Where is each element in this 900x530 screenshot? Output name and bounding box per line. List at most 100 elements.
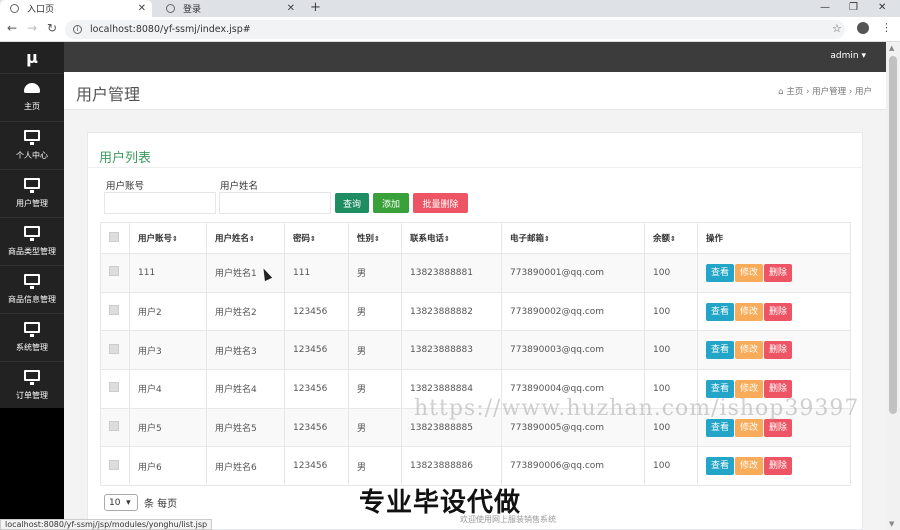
view-button[interactable]: 查看 bbox=[706, 418, 735, 437]
new-tab-button[interactable]: + bbox=[310, 0, 321, 16]
reload-icon[interactable]: ↻ bbox=[47, 21, 57, 35]
view-button[interactable]: 查看 bbox=[706, 457, 735, 476]
add-button[interactable]: 添加 bbox=[373, 193, 409, 213]
delete-button[interactable]: 删除 bbox=[764, 302, 793, 321]
delete-button[interactable]: 删除 bbox=[764, 263, 793, 282]
bookmark-star-icon[interactable]: ☆ bbox=[832, 22, 842, 35]
cell-password: 123456 bbox=[284, 291, 349, 332]
edit-button[interactable]: 修改 bbox=[735, 457, 764, 476]
sidebar-item-product-info[interactable]: 商品信息管理 bbox=[0, 266, 64, 314]
account-input[interactable] bbox=[104, 192, 216, 214]
cell-actions: 查看 修改 删除 bbox=[697, 330, 851, 371]
col-email[interactable]: 电子邮箱⇕ bbox=[501, 222, 645, 254]
window-close-icon[interactable]: ✕ bbox=[878, 0, 886, 16]
row-checkbox[interactable] bbox=[109, 343, 119, 354]
cell-gender: 男 bbox=[348, 446, 402, 487]
scrollbar-thumb[interactable] bbox=[889, 56, 897, 414]
monitor-icon bbox=[24, 370, 40, 385]
cell-phone: 13823888881 bbox=[401, 253, 502, 293]
cell-name: 用户姓名5 bbox=[206, 407, 285, 448]
select-all-checkbox[interactable] bbox=[109, 231, 119, 242]
user-menu[interactable]: admin ▾ bbox=[830, 51, 866, 61]
close-icon[interactable]: ✕ bbox=[138, 3, 146, 14]
table-header-row: 用户账号⇕ 用户姓名⇕ 密码⇕ 性别⇕ 联系电话⇕ 电子邮箱⇕ 余额⇕ 操作 bbox=[100, 222, 851, 254]
row-checkbox[interactable] bbox=[109, 382, 119, 393]
col-balance[interactable]: 余额⇕ bbox=[644, 222, 698, 254]
cell-password: 123456 bbox=[284, 446, 349, 487]
sidebar-item-orders[interactable]: 订单管理 bbox=[0, 362, 64, 410]
footer-note: 欢迎使用网上服装销售系统 bbox=[460, 515, 556, 524]
breadcrumb: ⌂ 主页 › 用户管理 › 用户 bbox=[778, 85, 872, 97]
scroll-up-icon[interactable]: ▲ bbox=[889, 44, 894, 52]
scroll-down-icon[interactable]: ▼ bbox=[889, 520, 894, 528]
minimize-icon[interactable]: — bbox=[820, 0, 830, 16]
browser-menu-icon[interactable]: ⋮ bbox=[881, 21, 892, 34]
cell-balance: 100 bbox=[644, 330, 698, 371]
delete-button[interactable]: 删除 bbox=[764, 457, 793, 476]
query-button[interactable]: 查询 bbox=[335, 193, 369, 213]
forward-arrow-icon[interactable]: → bbox=[27, 21, 37, 35]
sort-icon: ⇕ bbox=[249, 235, 255, 243]
cell-gender: 男 bbox=[348, 291, 402, 332]
name-input[interactable] bbox=[219, 192, 331, 214]
sidebar-item-home[interactable]: 主页 bbox=[0, 74, 64, 122]
col-gender[interactable]: 性别⇕ bbox=[348, 222, 402, 254]
cell-phone: 13823888882 bbox=[401, 291, 502, 332]
cell-account: 用户6 bbox=[129, 446, 207, 487]
profile-avatar-icon[interactable] bbox=[857, 22, 869, 34]
url-field[interactable]: i localhost:8080/yf-ssmj/index.jsp# bbox=[65, 20, 845, 39]
sidebar-item-system[interactable]: 系统管理 bbox=[0, 314, 64, 362]
col-password[interactable]: 密码⇕ bbox=[284, 222, 349, 254]
cell-email: 773890003@qq.com bbox=[501, 330, 645, 371]
row-select-cell bbox=[100, 253, 130, 293]
restore-icon[interactable]: ❐ bbox=[849, 0, 858, 16]
sidebar-item-label: 用户管理 bbox=[16, 199, 48, 208]
sidebar-item-personal-center[interactable]: 个人中心 bbox=[0, 122, 64, 170]
breadcrumb-home[interactable]: 主页 bbox=[786, 87, 803, 97]
browser-tab-home[interactable]: 入口页 ✕ bbox=[0, 0, 152, 17]
page-scrollbar[interactable]: ▲ ▼ bbox=[886, 42, 900, 530]
top-navbar: admin ▾ bbox=[64, 42, 886, 72]
batch-delete-button[interactable]: 批量删除 bbox=[413, 193, 468, 213]
cell-password: 123456 bbox=[284, 330, 349, 371]
edit-button[interactable]: 修改 bbox=[735, 263, 764, 282]
row-checkbox[interactable] bbox=[109, 421, 119, 432]
sort-icon: ⇕ bbox=[310, 235, 316, 243]
col-name[interactable]: 用户姓名⇕ bbox=[206, 222, 285, 254]
cell-name: 用户姓名1 bbox=[206, 253, 285, 293]
sidebar-item-user-management[interactable]: 用户管理 bbox=[0, 170, 64, 218]
back-arrow-icon[interactable]: ← bbox=[7, 21, 17, 35]
sort-icon: ⇕ bbox=[670, 235, 676, 243]
delete-button[interactable]: 删除 bbox=[764, 341, 793, 360]
col-phone[interactable]: 联系电话⇕ bbox=[401, 222, 502, 254]
page-size-suffix: 条 每页 bbox=[144, 499, 178, 510]
sidebar-item-product-type[interactable]: 商品类型管理 bbox=[0, 218, 64, 266]
monitor-icon bbox=[24, 178, 40, 193]
row-checkbox[interactable] bbox=[109, 305, 119, 316]
cell-email: 773890002@qq.com bbox=[501, 291, 645, 332]
tab-label: 入口页 bbox=[27, 5, 55, 15]
view-button[interactable]: 查看 bbox=[706, 263, 735, 282]
edit-button[interactable]: 修改 bbox=[735, 418, 764, 437]
page-title: 用户管理 bbox=[76, 85, 141, 104]
browser-tab-login[interactable]: 登录 ✕ bbox=[156, 0, 301, 17]
col-account[interactable]: 用户账号⇕ bbox=[129, 222, 207, 254]
sidebar-item-label: 系统管理 bbox=[16, 343, 48, 352]
view-button[interactable]: 查看 bbox=[706, 341, 735, 360]
screen: 入口页 ✕ 登录 ✕ + — ❐ ✕ ← → ↻ i localhost:808… bbox=[0, 0, 900, 530]
edit-button[interactable]: 修改 bbox=[735, 341, 764, 360]
cell-name: 用户姓名2 bbox=[206, 291, 285, 332]
view-button[interactable]: 查看 bbox=[706, 302, 735, 321]
cell-balance: 100 bbox=[644, 291, 698, 332]
cell-account: 用户4 bbox=[129, 369, 207, 409]
page-size-select[interactable]: 10 ▾ bbox=[104, 494, 138, 511]
info-icon[interactable]: i bbox=[73, 25, 82, 34]
close-icon[interactable]: ✕ bbox=[287, 3, 295, 14]
row-checkbox[interactable] bbox=[109, 266, 119, 277]
sidebar-item-label: 个人中心 bbox=[16, 151, 48, 160]
breadcrumb-user-management[interactable]: 用户管理 bbox=[812, 87, 846, 97]
delete-button[interactable]: 删除 bbox=[764, 418, 793, 437]
sort-icon: ⇕ bbox=[172, 235, 178, 243]
row-checkbox[interactable] bbox=[109, 459, 119, 470]
edit-button[interactable]: 修改 bbox=[735, 302, 764, 321]
